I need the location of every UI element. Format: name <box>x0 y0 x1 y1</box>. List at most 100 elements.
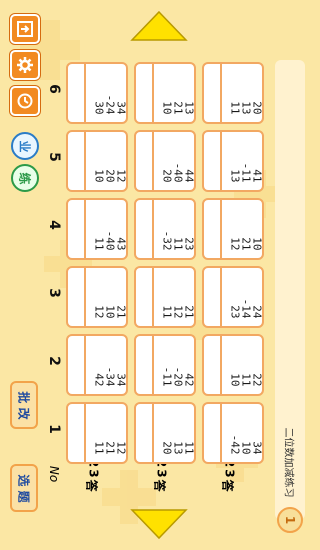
column-number-label: 5 <box>46 152 62 162</box>
gear-icon <box>17 57 33 73</box>
column-number-5: 5 <box>42 130 66 184</box>
problem-expression: 34 -34 42 <box>84 336 128 394</box>
page-number: 1 <box>282 515 297 525</box>
select-problems-button-label: 选 题 <box>16 473 31 503</box>
operand-line: -11 <box>160 366 174 387</box>
operand-line: 10 <box>103 305 117 319</box>
problem-card[interactable]: 10 21 12 <box>202 198 264 260</box>
problem-card[interactable]: 44 -40 20 <box>134 130 196 192</box>
problem-card[interactable]: 42 -20 -11 <box>134 334 196 396</box>
operand-line: 20 <box>160 441 174 455</box>
problem-card[interactable]: 43 -40 11 <box>66 198 128 260</box>
problem-expression: 42 -20 -11 <box>152 336 196 394</box>
operand-line: -34 <box>103 366 117 387</box>
header-no-label: No <box>46 465 61 483</box>
row-label-item: 3 <box>86 469 101 478</box>
column-number-label: 6 <box>46 84 62 94</box>
operand-line: 11 <box>171 237 185 251</box>
settings-button[interactable] <box>10 50 40 80</box>
operand-line: 34 <box>114 101 128 115</box>
problem-expression: 21 10 12 <box>84 268 128 326</box>
operand-line: -40 <box>103 230 117 251</box>
problem-card[interactable]: 22 11 10 <box>202 334 264 396</box>
row-label-item: 3 <box>222 469 237 478</box>
problem-card[interactable]: 21 10 12 <box>66 266 128 328</box>
row-label-item: 答 <box>84 479 99 492</box>
homework-badge[interactable]: 业 <box>11 132 39 160</box>
operand-line: 12 <box>228 237 242 251</box>
operand-line: 11 <box>92 441 106 455</box>
column-number-3: 3 <box>42 266 66 320</box>
problem-card[interactable]: 34 -24 30 <box>66 62 128 124</box>
column-number-2: 2 <box>42 334 66 388</box>
problem-card[interactable]: 12 21 11 <box>66 402 128 464</box>
operand-line: 10 <box>228 373 242 387</box>
problem-card[interactable]: 20 13 11 <box>202 62 264 124</box>
problem-card[interactable]: 34 -34 42 <box>66 334 128 396</box>
operand-line: 24 <box>250 305 264 319</box>
problem-expression: 41 -11 13 <box>220 132 264 190</box>
operand-line: 34 <box>114 373 128 387</box>
problem-card[interactable]: 41 -11 13 <box>202 130 264 192</box>
operand-line: 44 <box>182 169 196 183</box>
problem-card[interactable]: 13 21 10 <box>134 62 196 124</box>
column-number-1: 1 <box>42 402 66 456</box>
operand-line: -40 <box>171 162 185 183</box>
operand-line: -11 <box>239 162 253 183</box>
practice-badge-label: 练 <box>17 171 32 185</box>
problem-card[interactable]: 12 20 10 <box>66 130 128 192</box>
operand-line: 11 <box>239 373 253 387</box>
problem-expression: 34 10 -42 <box>220 404 264 462</box>
operand-line: 43 <box>114 237 128 251</box>
select-problems-button[interactable]: 选 题 <box>10 464 38 512</box>
problem-expression: 22 11 10 <box>220 336 264 394</box>
operand-line: 13 <box>239 101 253 115</box>
operand-line: 22 <box>250 373 264 387</box>
row-label-item: 答 <box>220 479 235 492</box>
problem-expression: 12 20 10 <box>84 132 128 190</box>
operand-line: 12 <box>114 441 128 455</box>
problem-card[interactable]: 11 13 20 <box>134 402 196 464</box>
column-number-6: 6 <box>42 62 66 116</box>
operand-line: 11 <box>182 441 196 455</box>
operand-line: -20 <box>171 366 185 387</box>
row-label-item: 3 <box>154 469 169 478</box>
next-arrow-button[interactable] <box>130 508 188 540</box>
operand-line: 12 <box>171 305 185 319</box>
operand-line: -42 <box>228 434 242 455</box>
page-indicator[interactable]: 1 <box>277 507 303 533</box>
operand-line: 11 <box>228 101 242 115</box>
row-label-item: 答 <box>152 479 167 492</box>
problem-expression: 12 21 11 <box>84 404 128 462</box>
problem-expression: 34 -24 30 <box>84 64 128 122</box>
operand-line: 34 <box>250 441 264 455</box>
timer-button[interactable] <box>10 86 40 116</box>
operand-line: 21 <box>182 305 196 319</box>
header-no-cell: No <box>42 454 66 494</box>
column-number-label: 4 <box>46 220 62 230</box>
problem-card[interactable]: 34 10 -42 <box>202 402 264 464</box>
column-number-4: 4 <box>42 198 66 252</box>
practice-badge[interactable]: 练 <box>11 164 39 192</box>
clock-icon <box>17 93 33 109</box>
grade-button-label: 批 改 <box>16 390 31 420</box>
operand-line: 21 <box>103 441 117 455</box>
operand-line: 21 <box>171 101 185 115</box>
operand-line: 21 <box>114 305 128 319</box>
problem-card[interactable]: 21 12 11 <box>134 266 196 328</box>
grade-button[interactable]: 批 改 <box>10 381 38 429</box>
problem-expression: 44 -40 20 <box>152 132 196 190</box>
previous-arrow-button[interactable] <box>130 10 188 42</box>
problem-expression: 11 13 20 <box>152 404 196 462</box>
problem-expression: 23 11 -32 <box>152 200 196 258</box>
problem-expression: 21 12 11 <box>152 268 196 326</box>
homework-badge-label: 业 <box>17 139 32 153</box>
column-number-label: 3 <box>46 288 62 298</box>
exit-button[interactable] <box>10 14 40 44</box>
operand-line: 10 <box>92 169 106 183</box>
problem-card[interactable]: 24 -14 23 <box>202 266 264 328</box>
operand-line: 42 <box>182 373 196 387</box>
operand-line: 13 <box>182 101 196 115</box>
problem-card[interactable]: 23 11 -32 <box>134 198 196 260</box>
operand-line: 10 <box>239 441 253 455</box>
